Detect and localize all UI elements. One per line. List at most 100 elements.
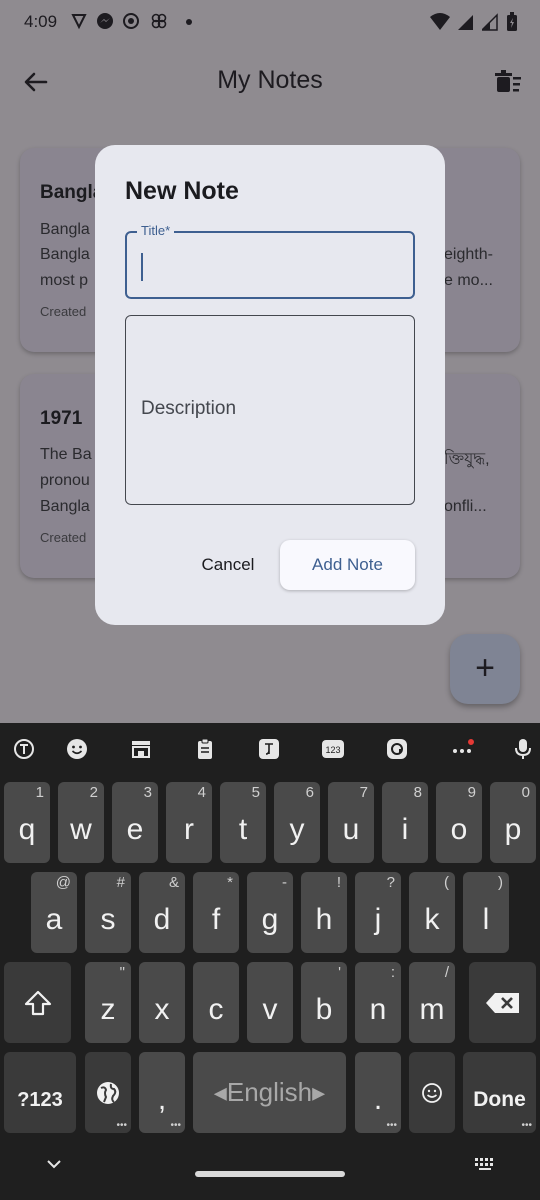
key-r[interactable]: 4r	[166, 782, 212, 863]
key-hint: &	[168, 874, 179, 891]
key-m[interactable]: / m	[409, 962, 455, 1043]
key-a[interactable]: @ a	[31, 872, 77, 953]
key-hint: '	[338, 964, 341, 981]
key-g[interactable]: -g	[247, 872, 293, 953]
note-text-line: The Ba	[40, 446, 92, 463]
battery-icon	[507, 12, 517, 31]
key-hint: "	[119, 964, 125, 981]
shift-key[interactable]	[4, 962, 71, 1043]
key-hint: -	[282, 874, 287, 891]
space-key[interactable]: ◂English▸	[193, 1052, 346, 1133]
note-text-line: Bangla	[40, 246, 90, 263]
note-text-line: Bangla	[40, 498, 90, 515]
emoji-icon[interactable]	[65, 737, 89, 761]
key-q[interactable]: 1q	[4, 782, 50, 863]
mic-icon[interactable]	[511, 737, 535, 761]
key-t[interactable]: 5t	[220, 782, 266, 863]
key-d[interactable]: & d	[139, 872, 185, 953]
key-label: ,	[157, 1083, 167, 1116]
note-text-line: e mo...	[444, 272, 493, 289]
key-e[interactable]: 3e	[112, 782, 158, 863]
delete-sweep-icon[interactable]	[494, 68, 522, 96]
key-i[interactable]: 8i	[382, 782, 428, 863]
note-text-line: pronou	[40, 472, 90, 489]
numpad-icon[interactable]: 123	[321, 737, 345, 761]
key-v[interactable]: v	[247, 962, 293, 1043]
key-hint: ?	[386, 874, 395, 891]
more-dots: •••	[386, 1120, 397, 1131]
backspace-key[interactable]	[469, 962, 536, 1043]
key-p[interactable]: 0p	[490, 782, 536, 863]
more-dots: •••	[116, 1120, 127, 1131]
emoji-key[interactable]	[409, 1052, 455, 1133]
key-hint: 1	[35, 784, 44, 801]
note-text-line: ক্তিযুদ্ধ,	[444, 451, 490, 468]
globe-key[interactable]: •••	[85, 1052, 131, 1133]
description-placeholder: Description	[141, 398, 237, 419]
key-hint: :	[390, 964, 395, 981]
cancel-button[interactable]: Cancel	[185, 540, 271, 590]
key-o[interactable]: 9o	[436, 782, 482, 863]
space-label-wrap: ◂English▸	[213, 1077, 326, 1107]
clipboard-icon[interactable]	[193, 737, 217, 761]
key-z[interactable]: " z	[85, 962, 131, 1043]
chevron-down-icon[interactable]	[46, 1158, 62, 1170]
translate-icon[interactable]	[257, 737, 281, 761]
add-note-button[interactable]: Add Note	[280, 540, 415, 590]
key-y[interactable]: 6y	[274, 782, 320, 863]
key-label: z	[100, 993, 116, 1026]
key-b[interactable]: ' b	[301, 962, 347, 1043]
title-field-label: Title*	[137, 223, 175, 238]
key-u[interactable]: 7u	[328, 782, 374, 863]
key-label: u	[342, 813, 360, 846]
key-label: d	[153, 903, 171, 936]
space-label: English	[226, 1077, 313, 1107]
key-c[interactable]: c	[193, 962, 239, 1043]
sticker-icon[interactable]	[385, 737, 409, 761]
key-hint: 2	[89, 784, 98, 801]
key-label: Done	[473, 1088, 526, 1111]
done-key[interactable]: Done •••	[463, 1052, 536, 1133]
key-l[interactable]: ) l	[463, 872, 509, 953]
more-icon[interactable]	[450, 737, 474, 761]
dot-icon	[186, 19, 192, 25]
key-n[interactable]: :n	[355, 962, 401, 1043]
key-s[interactable]: # s	[85, 872, 131, 953]
key-label: m	[419, 993, 445, 1026]
text-cursor-icon[interactable]	[12, 737, 36, 761]
key-x[interactable]: x	[139, 962, 185, 1043]
key-j[interactable]: ? j	[355, 872, 401, 953]
key-w[interactable]: 2w	[58, 782, 104, 863]
title-field[interactable]: Title*	[125, 223, 415, 299]
key-f[interactable]: * f	[193, 872, 239, 953]
key-label: ?123	[17, 1089, 63, 1111]
key-hint: 9	[467, 784, 476, 801]
key-h[interactable]: ! h	[301, 872, 347, 953]
key-label: w	[70, 813, 92, 846]
period-key[interactable]: . •••	[355, 1052, 401, 1133]
key-label: t	[238, 813, 248, 846]
key-label: r	[184, 813, 194, 846]
key-label: s	[100, 903, 116, 936]
key-label: j	[374, 903, 382, 936]
comma-key[interactable]: , •••	[139, 1052, 185, 1133]
description-field[interactable]: Description	[125, 315, 415, 505]
globe-icon	[97, 1082, 119, 1104]
keyboard: 123 1q 2w 3e 4r 5t 6y 7u 8i 9o 0p @ a # s …	[0, 723, 540, 1200]
key-label: c	[208, 993, 224, 1026]
home-indicator[interactable]	[195, 1171, 345, 1177]
note-created-date: Created	[40, 530, 87, 545]
key-hint: 6	[305, 784, 314, 801]
key-hint: )	[498, 874, 503, 891]
title-input[interactable]	[141, 249, 401, 283]
key-hint: 4	[197, 784, 206, 801]
keyboard-switch-icon[interactable]	[474, 1157, 496, 1171]
key-label: l	[482, 903, 490, 936]
key-k[interactable]: (k	[409, 872, 455, 953]
key-hint: 5	[251, 784, 260, 801]
add-note-fab[interactable]: +	[450, 634, 520, 704]
store-icon[interactable]	[129, 737, 153, 761]
page-title: My Notes	[217, 66, 323, 94]
symbols-key[interactable]: ?123	[4, 1052, 76, 1133]
pinwheel-icon	[151, 13, 167, 29]
